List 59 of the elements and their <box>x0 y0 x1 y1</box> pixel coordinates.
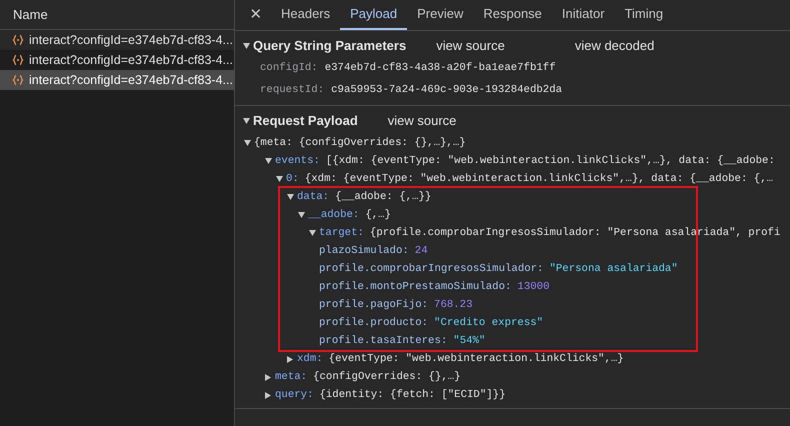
expanded-caret-icon[interactable] <box>309 230 316 236</box>
property-summary: {eventType: "web.webinteraction.linkClicks",…} <box>328 352 624 367</box>
property-value: "54%" <box>453 334 486 349</box>
request-row[interactable]: interact?configId=e374eb7d-cf83-4... <box>0 50 234 70</box>
tab[interactable]: Headers <box>271 0 340 30</box>
property-key: profile.comprobarIngresosSimulador: <box>319 260 544 278</box>
tab[interactable]: Payload <box>340 0 408 30</box>
expanded-caret-icon[interactable] <box>243 42 250 48</box>
collapsed-caret-icon[interactable] <box>265 392 271 398</box>
property-key: query: <box>275 386 314 404</box>
view-source-link[interactable]: view source <box>388 110 456 130</box>
expanded-caret-icon[interactable] <box>298 212 305 218</box>
property-key: profile.montoPrestamoSimulado: <box>319 278 512 296</box>
expanded-caret-icon[interactable] <box>243 118 250 124</box>
property-key: target: <box>319 224 364 242</box>
param-value: e374eb7d-cf83-4a38-a20f-ba1eae7fb1ff <box>324 60 556 76</box>
property-summary: {meta: {configOverrides: {},…},…} <box>254 136 466 151</box>
property-key: profile.pagoFijo: <box>319 296 428 314</box>
view-source-link[interactable]: view decoded <box>574 36 654 56</box>
property-key: data: <box>297 188 330 206</box>
collapsed-caret-icon[interactable] <box>265 374 271 380</box>
property-value: "Credito express" <box>434 316 544 331</box>
tab[interactable]: Preview <box>407 0 474 30</box>
property-value: 24 <box>414 244 428 259</box>
property-value: 13000 <box>517 280 550 295</box>
braces-icon <box>12 74 24 86</box>
property-summary: {identity: {fetch: ["ECID"]}} <box>319 388 506 403</box>
tab[interactable]: Initiator <box>552 0 615 30</box>
expanded-caret-icon[interactable] <box>276 176 283 182</box>
braces-icon <box>12 34 24 46</box>
property-key: meta: <box>275 368 308 386</box>
property-summary: {,…} <box>365 208 391 223</box>
property-summary: [{xdm: {eventType: "web.webinteraction.linkClicks",…}, data: {__adobe: <box>326 154 775 169</box>
property-value: 768.23 <box>434 298 473 313</box>
param-key: configId: <box>260 60 318 76</box>
property-summary: {__adobe: {,…}} <box>335 190 432 205</box>
property-value: "Persona asalariada" <box>549 262 678 277</box>
expanded-caret-icon[interactable] <box>265 158 272 164</box>
collapsed-caret-icon[interactable] <box>287 356 293 362</box>
property-key: profile.tasaInteres: <box>319 332 448 350</box>
section-title: Request Payload <box>253 112 358 130</box>
expanded-caret-icon[interactable] <box>244 140 251 146</box>
property-key: 0: <box>286 170 299 188</box>
tab[interactable]: Response <box>473 0 552 30</box>
property-summary: {configOverrides: {},…} <box>313 370 461 385</box>
property-key: xdm: <box>297 350 323 368</box>
property-summary: {xdm: {eventType: "web.webinteraction.linkClicks",…}, data: {__adobe: {,… <box>304 172 774 187</box>
view-source-link[interactable]: view source <box>436 36 505 56</box>
expanded-caret-icon[interactable] <box>287 194 294 200</box>
param-value: c9a59953-7a24-469c-903e-193284edb2da <box>331 82 562 98</box>
param-key: requestId: <box>260 82 324 98</box>
property-key: plazoSimulado: <box>319 242 409 260</box>
tab[interactable]: Timing <box>614 0 674 30</box>
property-key: profile.producto: <box>319 314 428 332</box>
request-row[interactable]: interact?configId=e374eb7d-cf83-4... <box>0 70 234 90</box>
property-key: __adobe: <box>308 206 360 224</box>
section-title: Query String Parameters <box>253 36 406 55</box>
property-key: events: <box>275 152 320 170</box>
braces-icon <box>12 54 24 66</box>
